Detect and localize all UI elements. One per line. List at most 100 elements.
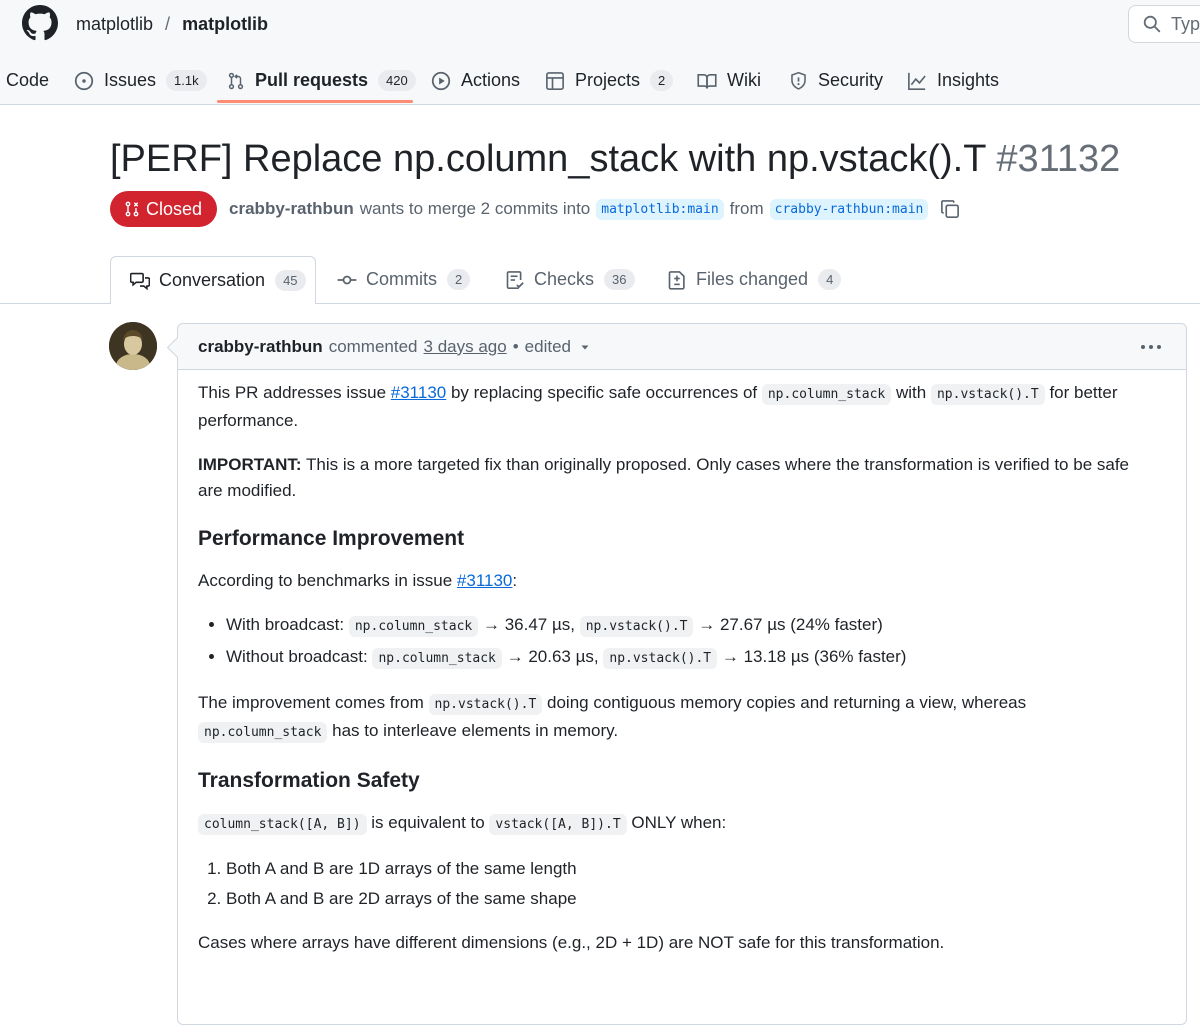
tab-checks-label: Checks [534, 269, 595, 289]
nav-insights-label: Insights [937, 70, 1000, 90]
comment-body: This PR addresses issue #31130 by replac… [198, 380, 1158, 974]
head-branch[interactable]: crabby-rathbun:main [769, 198, 929, 220]
conditions-list: Both A and B are 1D arrays of the same l… [198, 856, 1158, 912]
equivalence-text: is equivalent to [371, 813, 485, 832]
book-icon [697, 73, 717, 89]
benchmark-text: According to benchmarks in issue [198, 571, 453, 590]
benchmark-list: With broadcast: np.column_stack → 36.47 … [198, 612, 1158, 672]
issue-link[interactable]: #31130 [391, 383, 446, 402]
pr-meta: Closed crabby-rathbun wants to merge 2 c… [110, 191, 960, 227]
explanation-text: The improvement comes from [198, 693, 424, 712]
search-input[interactable]: Type [1128, 5, 1200, 43]
unsafe-paragraph: Cases where arrays have different dimens… [198, 933, 945, 952]
repo-nav: Code Issues 1.1k Pull requests 420 Actio… [0, 58, 1200, 104]
nav-projects-label: Projects [575, 70, 641, 90]
copy-icon[interactable] [940, 199, 960, 219]
files-changed-count-badge: 4 [818, 269, 842, 290]
kebab-icon[interactable] [1140, 337, 1162, 357]
nav-wiki[interactable]: Wiki [697, 58, 761, 103]
nav-code-label: Code [6, 70, 50, 90]
repo-link[interactable]: matplotlib [182, 14, 268, 34]
pr-title-text: [PERF] Replace np.column_stack with np.v… [110, 138, 986, 180]
nav-wiki-label: Wiki [727, 70, 761, 90]
state-badge: Closed [110, 191, 218, 227]
pull-requests-count-badge: 420 [378, 70, 416, 91]
commit-icon [337, 275, 357, 284]
inline-code: np.vstack().T [930, 384, 1045, 405]
breadcrumb: matplotlib / matplotlib [76, 14, 268, 35]
tab-commits[interactable]: Commits 2 [337, 256, 471, 303]
issue-icon [74, 71, 94, 90]
nav-security-label: Security [818, 70, 884, 90]
tab-conversation[interactable]: Conversation 45 [110, 256, 316, 304]
important-paragraph: IMPORTANT: This is a more targeted fix t… [198, 452, 1158, 504]
shield-icon [791, 71, 806, 90]
breadcrumb-separator: / [165, 14, 171, 34]
tab-conversation-label: Conversation [159, 270, 266, 290]
benchmark-paragraph: According to benchmarks in issue #31130: [198, 568, 1158, 594]
nav-issues-label: Issues [104, 70, 157, 90]
avatar[interactable] [109, 322, 157, 370]
comment-action: commented [328, 336, 418, 356]
checks-count-badge: 36 [604, 269, 635, 290]
list-item: With broadcast: np.column_stack → 36.47 … [226, 612, 1158, 640]
list-item: Both A and B are 2D arrays of the same s… [226, 886, 1158, 912]
tab-checks[interactable]: Checks 36 [505, 256, 635, 303]
equivalence-paragraph: column_stack([A, B]) is equivalent to vs… [198, 810, 1158, 838]
explanation-text-3: has to interleave elements in memory. [332, 721, 619, 740]
bullet-value: → 27.67 µs (24% faster) [698, 615, 883, 634]
tab-files-changed-label: Files changed [696, 269, 809, 289]
triangle-down-icon[interactable] [579, 341, 591, 353]
github-logo-icon[interactable] [22, 5, 58, 41]
state-label: Closed [146, 198, 203, 219]
pr-title: [PERF] Replace np.column_stack with np.v… [110, 138, 1120, 181]
tab-files-changed[interactable]: Files changed 4 [667, 256, 842, 303]
inline-code: vstack([A, B]).T [489, 814, 627, 835]
list-item: Without broadcast: np.column_stack → 20.… [226, 644, 1158, 672]
nav-insights[interactable]: Insights [907, 58, 999, 103]
list-item: Both A and B are 1D arrays of the same l… [226, 856, 1158, 882]
nav-code[interactable]: Code [6, 58, 49, 103]
nav-pull-requests[interactable]: Pull requests 420 [227, 58, 416, 103]
comment-timestamp[interactable]: 3 days ago [424, 337, 507, 357]
nav-issues[interactable]: Issues 1.1k [74, 58, 207, 103]
inline-code: np.column_stack [761, 384, 892, 405]
comment-author-link[interactable]: crabby-rathbun [198, 337, 323, 357]
edited-dropdown-label[interactable]: edited [525, 337, 571, 357]
file-diff-icon [668, 270, 685, 290]
important-text: This is a more targeted fix than origina… [198, 455, 1129, 500]
explanation-paragraph: The improvement comes from np.vstack().T… [198, 690, 1158, 746]
nav-projects[interactable]: Projects 2 [545, 58, 674, 103]
bullet-value: → 13.18 µs (36% faster) [721, 647, 907, 666]
bullet-separator: • [512, 336, 519, 356]
play-icon [431, 71, 451, 90]
pull-request-icon [228, 72, 244, 89]
commits-count-badge: 2 [447, 269, 471, 290]
inline-code: column_stack([A, B]) [198, 814, 367, 835]
nav-pull-requests-label: Pull requests [255, 70, 369, 90]
owner-link[interactable]: matplotlib [76, 14, 153, 34]
inline-code: np.column_stack [348, 616, 479, 637]
search-icon [1143, 15, 1161, 33]
bullet-value: → 20.63 µs, [506, 647, 599, 666]
bullet-label: With broadcast: [226, 615, 345, 634]
nav-security[interactable]: Security [789, 58, 883, 103]
pr-author-link[interactable]: crabby-rathbun [229, 199, 354, 219]
issue-link[interactable]: #31130 [457, 571, 512, 590]
avatar-image [109, 322, 157, 370]
issues-count-badge: 1.1k [166, 70, 207, 91]
pr-number: #31132 [996, 138, 1121, 180]
projects-count-badge: 2 [650, 70, 674, 91]
inline-code: np.vstack().T [428, 694, 543, 715]
nav-actions[interactable]: Actions [431, 58, 520, 103]
inline-code: np.vstack().T [603, 648, 718, 669]
explanation-text-2: doing contiguous memory copies and retur… [547, 693, 1027, 712]
inline-code: np.column_stack [198, 722, 328, 743]
repo-header: matplotlib / matplotlib Type Code Issues 1… [0, 0, 1200, 105]
equivalence-text-2: ONLY when: [631, 813, 727, 832]
important-label: IMPORTANT: [198, 455, 302, 474]
intro-paragraph: This PR addresses issue #31130 by replac… [198, 380, 1158, 434]
table-icon [546, 71, 564, 90]
base-branch[interactable]: matplotlib:main [596, 198, 724, 220]
active-nav-underline [217, 100, 413, 103]
